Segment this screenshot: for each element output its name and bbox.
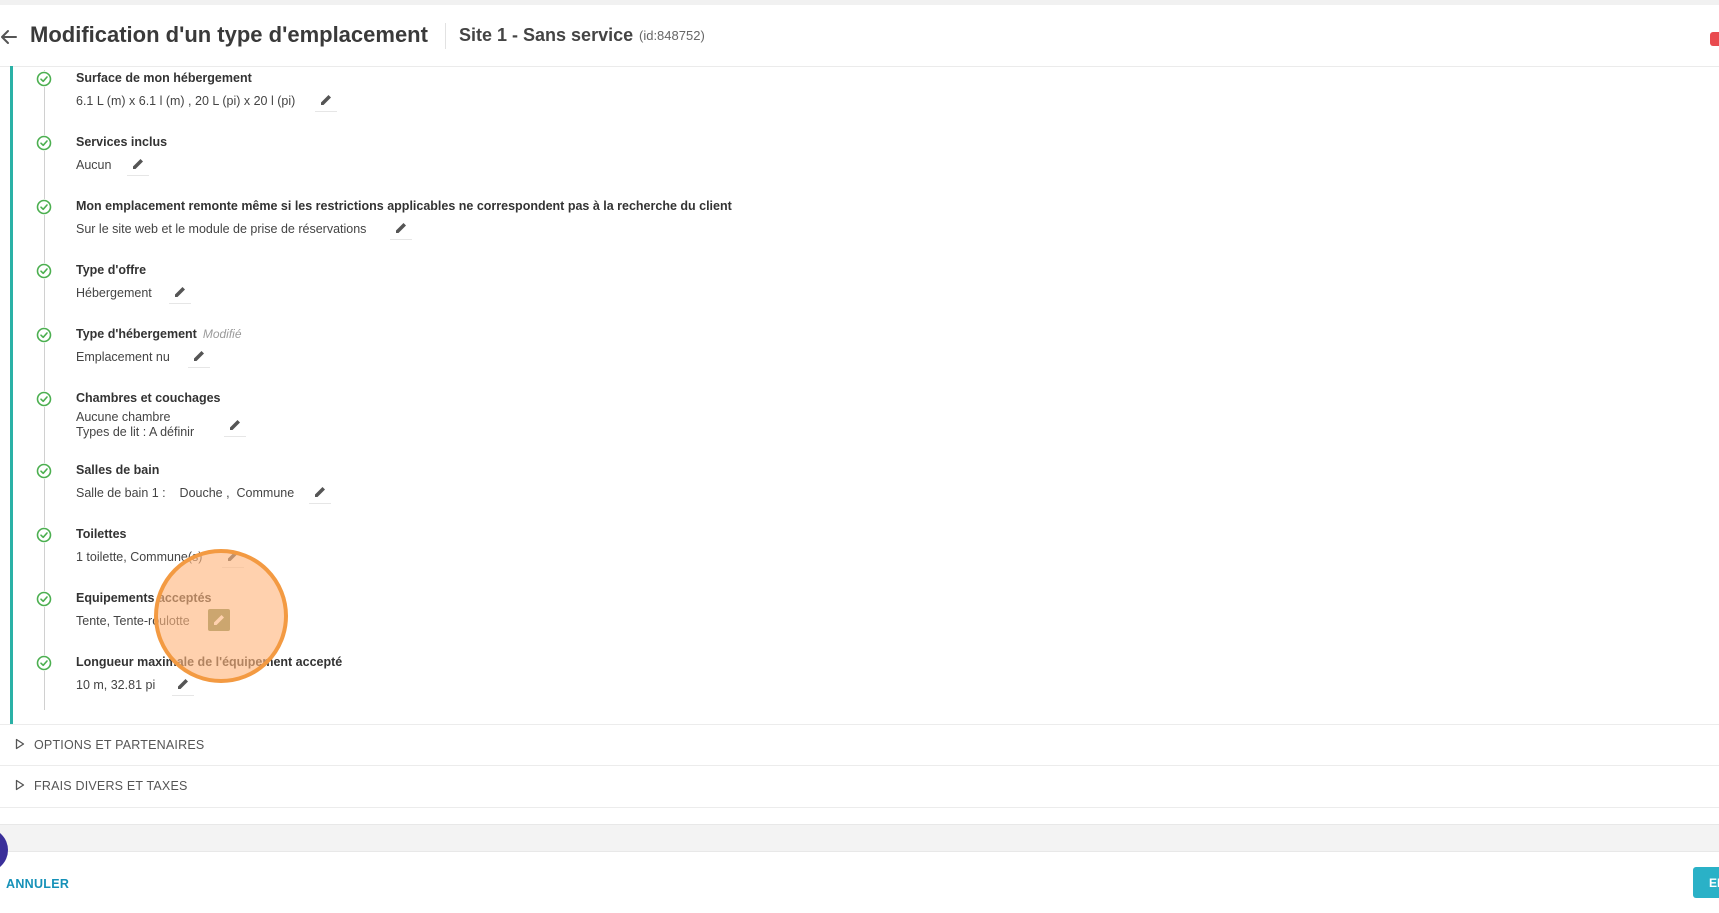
pencil-icon [396,223,406,233]
check-circle-icon [36,591,52,607]
check-circle-icon [36,463,52,479]
step-title: Surface de mon hébergement [76,71,252,85]
content-bottom-band [0,824,1719,852]
page-title: Modification d'un type d'emplacement [30,22,428,47]
section-options-partenaires[interactable]: OPTIONS ET PARTENAIRES [0,724,1719,766]
step-title: Type d'hébergement Modifié [76,327,242,341]
pencil-icon [321,95,331,105]
footer-bar: ANNULER EN [0,851,1719,913]
section-frais-taxes[interactable]: FRAIS DIVERS ET TAXES [0,765,1719,808]
step-value: Hébergement [76,286,152,300]
triangle-right-icon [15,779,25,791]
site-id: (id:848752) [639,28,705,43]
modified-label: Modifié [202,327,242,341]
edit-button[interactable] [315,89,337,112]
step-title: Chambres et couchages [76,391,221,405]
step-title: Services inclus [76,135,168,149]
check-circle-icon [36,655,52,671]
step-title: Salles de bain [76,463,160,477]
check-circle-icon [36,199,52,215]
pencil-icon [194,351,204,361]
step-value: Emplacement nu [76,350,170,364]
edit-button[interactable] [222,545,244,568]
step-value: Aucune chambre [76,410,171,424]
save-button[interactable]: EN [1693,867,1719,898]
edit-button[interactable] [208,609,230,631]
cancel-button[interactable]: ANNULER [6,877,69,891]
save-button-label: EN [1709,876,1719,890]
pencil-icon [315,487,325,497]
check-circle-icon [36,527,52,543]
section-accent-bar [10,66,13,724]
step-value: 10 m, 32.81 pi [76,678,156,692]
pencil-icon [175,287,185,297]
check-circle-icon [36,71,52,87]
step-title: Equipements acceptés [76,591,212,605]
arrow-left-icon[interactable] [0,28,18,46]
step-title: Mon emplacement remonte même si les rest… [76,199,732,213]
section-label: FRAIS DIVERS ET TAXES [34,779,188,793]
step-value: Tente, Tente-roulotte [76,614,190,628]
check-circle-icon [36,135,52,151]
edit-button[interactable] [169,281,191,304]
timeline-line [44,70,45,710]
section-label: OPTIONS ET PARTENAIRES [34,738,205,752]
edit-button[interactable] [127,153,149,176]
pencil-icon [133,159,143,169]
edit-button[interactable] [188,345,210,368]
page-header: Modification d'un type d'emplacement Sit… [0,5,1719,67]
edit-button[interactable] [172,673,194,696]
step-value: Sur le site web et le module de prise de… [76,222,367,236]
edit-button[interactable] [309,481,331,504]
pencil-icon [228,551,238,561]
check-circle-icon [36,327,52,343]
edit-button[interactable] [390,217,412,240]
pencil-icon [230,420,240,430]
step-value: Aucun [76,158,112,172]
step-value: 6.1 L (m) x 6.1 l (m) , 20 L (pi) x 20 l… [76,94,296,108]
check-circle-icon [36,263,52,279]
header-divider [445,23,446,49]
step-title: Longueur maximale de l'équipement accept… [76,655,343,669]
step-title: Toilettes [76,527,127,541]
step-value: 1 toilette, Commune(s) [76,550,203,564]
site-name: Site 1 - Sans service [459,25,634,45]
step-title: Type d'offre [76,263,147,277]
pencil-icon [178,679,188,689]
edit-button[interactable] [224,414,246,437]
pencil-icon [214,615,224,625]
status-badge[interactable] [1710,32,1719,46]
triangle-right-icon [15,738,25,750]
check-circle-icon [36,391,52,407]
step-value-secondary: Types de lit : A définir [76,425,195,439]
step-value: Salle de bain 1 : Douche , Commune [76,486,295,500]
